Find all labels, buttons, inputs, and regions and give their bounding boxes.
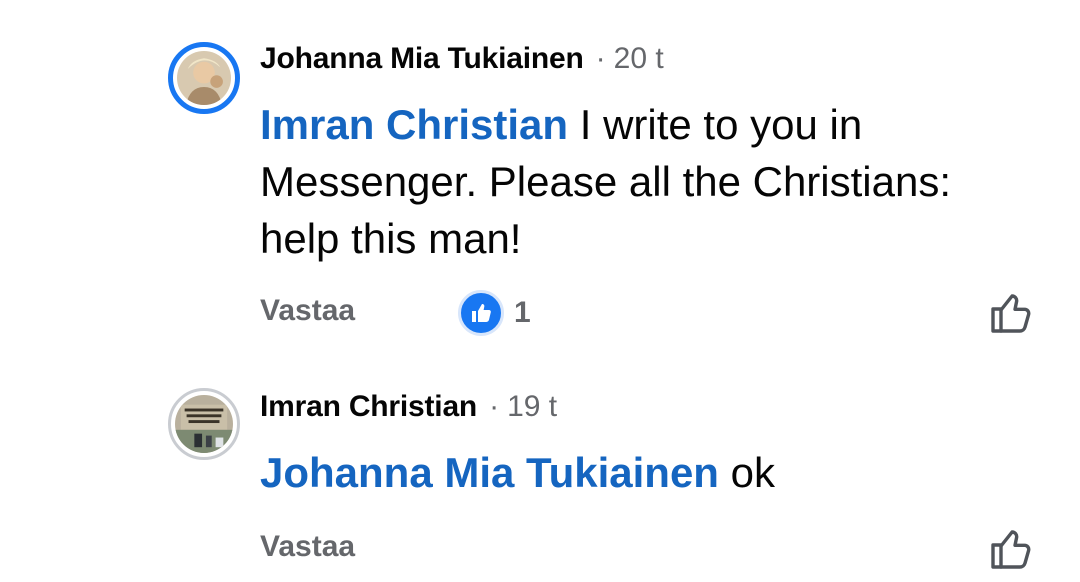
comment-text: Imran Christian I write to you in Messen… bbox=[260, 96, 1020, 267]
like-reaction-icon bbox=[458, 290, 504, 336]
reply-button[interactable]: Vastaa bbox=[260, 294, 355, 328]
comment-header: Johanna Mia Tukiainen · 20 t bbox=[260, 42, 664, 76]
author-name[interactable]: Johanna Mia Tukiainen bbox=[260, 42, 584, 76]
timestamp[interactable]: 19 t bbox=[507, 390, 557, 424]
reaction-count: 1 bbox=[514, 296, 531, 329]
avatar[interactable] bbox=[168, 42, 240, 114]
separator-dot: · bbox=[595, 42, 606, 75]
profile-photo-icon bbox=[175, 395, 233, 453]
comment-item: Johanna Mia Tukiainen · 20 t Imran Chris… bbox=[0, 0, 1080, 350]
separator-dot: · bbox=[489, 390, 500, 423]
comment-text: Johanna Mia Tukiainen ok bbox=[260, 444, 1020, 501]
thumbs-up-outline-icon[interactable] bbox=[988, 526, 1034, 572]
comment-item: Imran Christian · 19 t Johanna Mia Tukia… bbox=[0, 350, 1080, 582]
mention-link[interactable]: Imran Christian bbox=[260, 101, 568, 148]
mention-link[interactable]: Johanna Mia Tukiainen bbox=[260, 449, 719, 496]
timestamp[interactable]: 20 t bbox=[614, 42, 664, 76]
reaction-summary[interactable]: 1 bbox=[458, 290, 531, 336]
avatar[interactable] bbox=[168, 388, 240, 460]
profile-photo-icon bbox=[177, 51, 231, 105]
thumbs-up-outline-icon[interactable] bbox=[988, 290, 1034, 336]
author-name[interactable]: Imran Christian bbox=[260, 390, 477, 424]
comment-header: Imran Christian · 19 t bbox=[260, 390, 557, 424]
comment-message: ok bbox=[718, 449, 775, 496]
reply-button[interactable]: Vastaa bbox=[260, 530, 355, 564]
